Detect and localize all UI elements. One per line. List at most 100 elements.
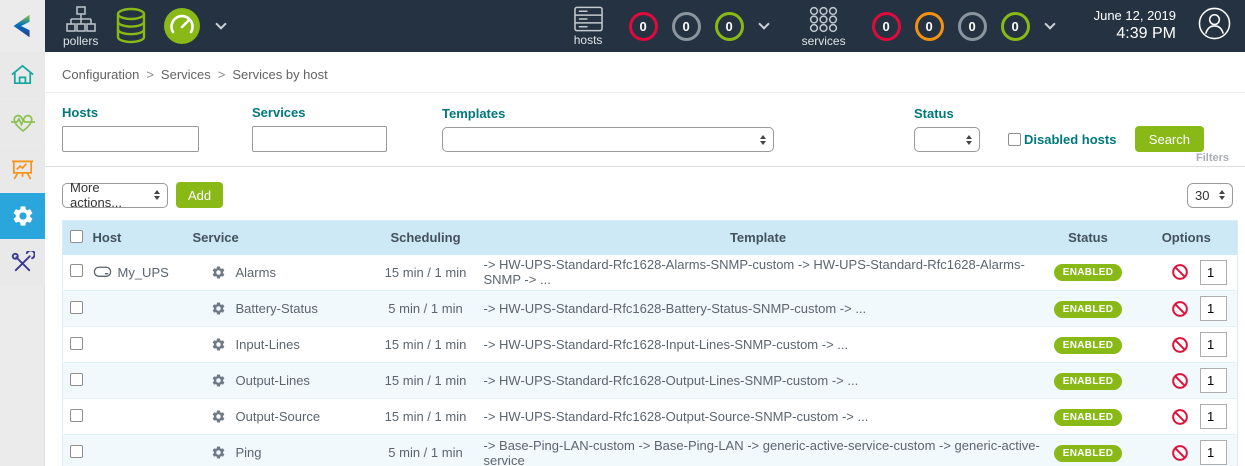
options-count-input[interactable]: [1200, 368, 1227, 393]
scheduling-value: 5 min / 1 min: [376, 435, 476, 466]
select-arrows-icon: [154, 190, 160, 200]
disabled-hosts-checkbox[interactable]: [1008, 133, 1021, 146]
row-checkbox[interactable]: [70, 337, 83, 350]
column-header-status[interactable]: Status: [1041, 221, 1136, 255]
service-cell: Ping: [211, 445, 376, 460]
table-wrapper: Host Service Scheduling Template Status …: [45, 216, 1245, 466]
scheduling-value: 15 min / 1 min: [376, 255, 476, 291]
page-size-value: 30: [1195, 188, 1209, 203]
template-chain[interactable]: -> HW-UPS-Standard-Rfc1628-Output-Lines-…: [476, 363, 1041, 399]
service-name[interactable]: Output-Lines: [236, 373, 310, 388]
table-row: Ping 5 min / 1 min -> Base-Ping-LAN-cust…: [63, 435, 1238, 466]
breadcrumb-item[interactable]: Services by host: [232, 67, 327, 82]
service-status-counter[interactable]: 0: [1001, 12, 1030, 41]
disable-icon[interactable]: [1171, 444, 1189, 462]
service-cell: Output-Lines: [211, 373, 376, 388]
options-count-input[interactable]: [1200, 260, 1227, 285]
more-actions-value: More actions...: [70, 180, 148, 210]
host-cell: My_UPS: [93, 265, 191, 280]
disable-icon[interactable]: [1171, 408, 1189, 426]
row-checkbox[interactable]: [70, 373, 83, 386]
services-icon: [808, 6, 839, 33]
status-badge: ENABLED: [1054, 445, 1122, 462]
hosts-filter-input[interactable]: [62, 126, 199, 152]
service-name[interactable]: Alarms: [236, 265, 276, 280]
hosts-chevron-down-icon[interactable]: [758, 18, 769, 29]
hosts-menu[interactable]: hosts: [574, 6, 603, 46]
services-filter-input[interactable]: [252, 126, 387, 152]
pollers-menu[interactable]: pollers: [63, 6, 98, 47]
disable-icon[interactable]: [1171, 336, 1189, 354]
services-table: Host Service Scheduling Template Status …: [62, 220, 1238, 466]
service-cell: Input-Lines: [211, 337, 376, 352]
host-icon: [93, 265, 112, 279]
select-all-checkbox[interactable]: [70, 230, 83, 243]
user-menu[interactable]: [1198, 7, 1231, 45]
filters-caption: Filters: [1196, 152, 1229, 164]
service-status-counter[interactable]: 0: [958, 12, 987, 41]
search-button[interactable]: Search: [1135, 126, 1204, 152]
more-actions-select[interactable]: More actions...: [62, 183, 168, 208]
services-chevron-down-icon[interactable]: [1044, 18, 1055, 29]
breadcrumb-item[interactable]: Services: [161, 67, 211, 82]
service-status-counter[interactable]: 0: [915, 12, 944, 41]
service-name[interactable]: Ping: [236, 445, 262, 460]
pollers-icon: [66, 6, 96, 33]
poller-chevron-down-icon[interactable]: [216, 18, 227, 29]
breadcrumb-item[interactable]: Configuration: [62, 67, 139, 82]
table-row: Output-Lines 15 min / 1 min -> HW-UPS-St…: [63, 363, 1238, 399]
service-name[interactable]: Output-Source: [236, 409, 321, 424]
sidebar-item-monitoring[interactable]: [0, 99, 45, 145]
current-time: 4:39 PM: [1094, 24, 1176, 44]
add-button[interactable]: Add: [176, 182, 223, 208]
services-filter-label: Services: [252, 105, 387, 120]
status-badge: ENABLED: [1054, 409, 1122, 426]
templates-filter-select[interactable]: [442, 127, 774, 152]
template-chain[interactable]: -> Base-Ping-LAN-custom -> Base-Ping-LAN…: [476, 435, 1041, 466]
column-header-template[interactable]: Template: [476, 221, 1041, 255]
database-status-icon[interactable]: [113, 7, 149, 45]
row-checkbox[interactable]: [70, 445, 83, 458]
status-filter-select[interactable]: [914, 127, 980, 152]
row-checkbox[interactable]: [70, 301, 83, 314]
column-header-scheduling[interactable]: Scheduling: [376, 221, 476, 255]
centreon-logo[interactable]: [0, 0, 45, 52]
disable-icon[interactable]: [1171, 300, 1189, 318]
options-count-input[interactable]: [1200, 332, 1227, 357]
sidebar-item-configuration[interactable]: [0, 193, 45, 239]
service-name[interactable]: Input-Lines: [236, 337, 300, 352]
current-date: June 12, 2019: [1094, 8, 1176, 24]
topbar: pollers hosts: [0, 0, 1245, 52]
page-size-select[interactable]: 30: [1187, 183, 1233, 208]
template-chain[interactable]: -> HW-UPS-Standard-Rfc1628-Battery-Statu…: [476, 291, 1041, 327]
column-header-service[interactable]: Service: [191, 221, 376, 255]
host-status-counter[interactable]: 0: [629, 12, 658, 41]
row-checkbox[interactable]: [70, 409, 83, 422]
service-status-counter[interactable]: 0: [872, 12, 901, 41]
options-count-input[interactable]: [1200, 404, 1227, 429]
options-count-input[interactable]: [1200, 440, 1227, 465]
services-menu[interactable]: services: [802, 6, 846, 47]
breadcrumb-separator: >: [146, 67, 154, 82]
sidebar-item-reporting[interactable]: [0, 146, 45, 192]
template-chain[interactable]: -> HW-UPS-Standard-Rfc1628-Output-Source…: [476, 399, 1041, 435]
poller-zone: pollers: [63, 6, 225, 47]
disable-icon[interactable]: [1171, 372, 1189, 390]
column-header-host[interactable]: Host: [91, 221, 191, 255]
status-badge: ENABLED: [1054, 264, 1122, 281]
presentation-chart-icon: [10, 157, 35, 182]
host-status-counter[interactable]: 0: [672, 12, 701, 41]
row-checkbox[interactable]: [70, 264, 83, 277]
template-chain[interactable]: -> HW-UPS-Standard-Rfc1628-Alarms-SNMP-c…: [476, 255, 1041, 291]
disable-icon[interactable]: [1171, 263, 1189, 281]
options-count-input[interactable]: [1200, 296, 1227, 321]
latency-gauge-icon[interactable]: [164, 8, 200, 44]
service-name[interactable]: Battery-Status: [236, 301, 318, 316]
template-chain[interactable]: -> HW-UPS-Standard-Rfc1628-Input-Lines-S…: [476, 327, 1041, 363]
sidebar-item-administration[interactable]: [0, 240, 45, 286]
host-name[interactable]: My_UPS: [118, 265, 169, 280]
host-status-counter[interactable]: 0: [715, 12, 744, 41]
actions-bar: More actions... Add 30: [45, 167, 1245, 216]
pollers-label: pollers: [63, 35, 98, 47]
sidebar-item-home[interactable]: [0, 52, 45, 98]
